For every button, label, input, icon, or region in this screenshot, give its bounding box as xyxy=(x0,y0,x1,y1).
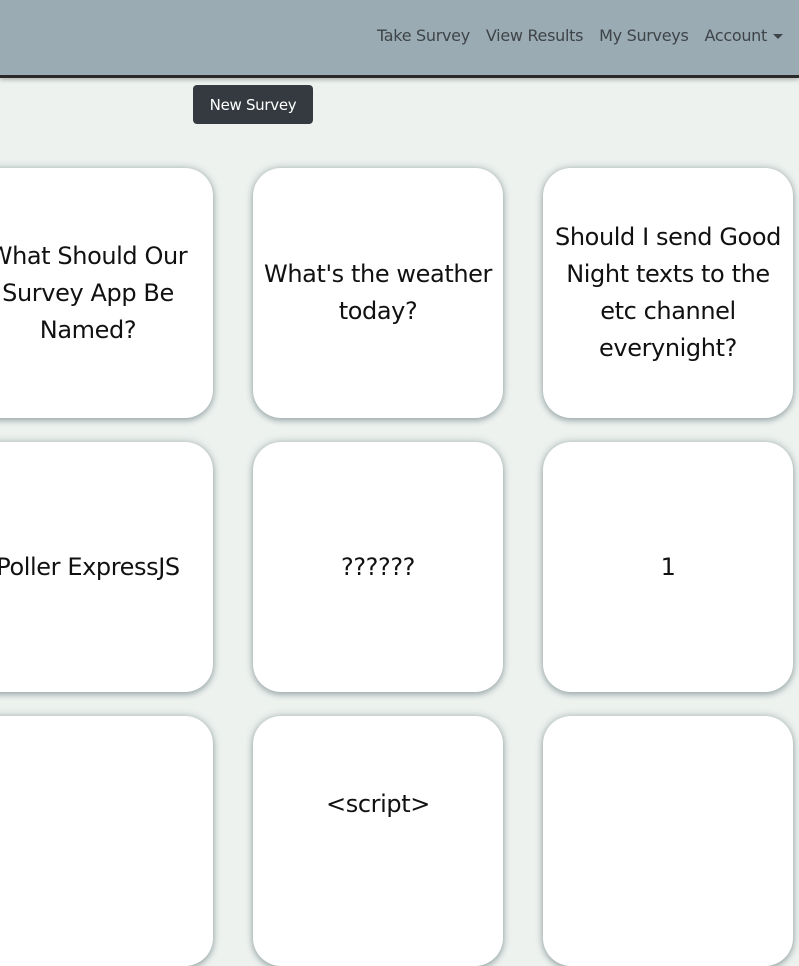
survey-title: Poller ExpressJS xyxy=(0,552,180,581)
survey-title: <script> xyxy=(326,790,430,818)
survey-card[interactable]: ?????? xyxy=(253,442,503,692)
survey-card[interactable] xyxy=(0,716,213,966)
survey-card[interactable]: 1 xyxy=(543,442,793,692)
survey-card[interactable] xyxy=(543,716,793,966)
survey-card[interactable]: Poller ExpressJS xyxy=(0,442,213,692)
survey-title: What's the weather today? xyxy=(264,260,492,325)
survey-card[interactable]: <script> xyxy=(253,716,503,966)
survey-title: ?????? xyxy=(340,552,416,581)
survey-title: 1 xyxy=(660,552,676,581)
survey-card[interactable]: What Should Our Survey App Be Named? xyxy=(0,168,213,418)
survey-card[interactable]: Should I send Good Night texts to the et… xyxy=(543,168,793,418)
survey-title: Should I send Good Night texts to the et… xyxy=(555,223,781,362)
survey-title: What Should Our Survey App Be Named? xyxy=(0,241,188,344)
survey-grid: What Should Our Survey App Be Named? Wha… xyxy=(0,0,799,966)
survey-card[interactable]: What's the weather today? xyxy=(253,168,503,418)
